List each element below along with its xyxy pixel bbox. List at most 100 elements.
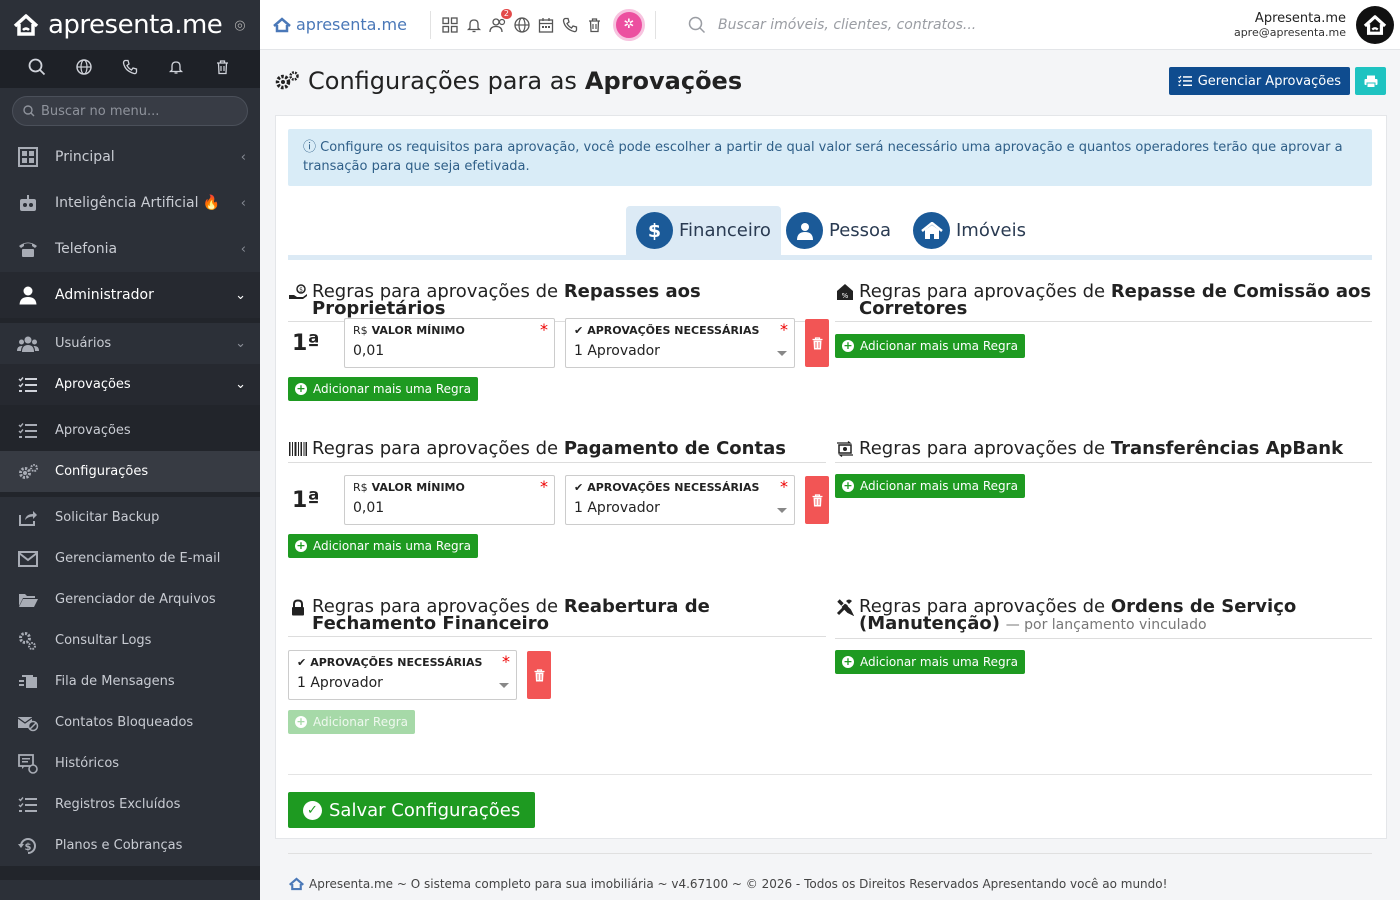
save-settings-button[interactable]: ✓ Salvar Configurações — [288, 792, 536, 828]
sidebar-item-label: Planos e Cobranças — [55, 838, 183, 853]
sidebar-brand-text: apresenta.me — [48, 10, 223, 40]
manage-approvals-button[interactable]: Gerenciar Aprovações — [1168, 67, 1350, 95]
sidebar-item-label: Históricos — [55, 756, 120, 771]
aprovacoes-select[interactable]: ✔ APROVAÇÕES NECESSÁRIAS * 1 Aprovador — [565, 318, 795, 368]
sidebar-item-administrador[interactable]: Administrador ⌄ — [0, 272, 260, 318]
folder-open-icon — [16, 588, 40, 612]
tab-imoveis[interactable]: Imóveis — [903, 206, 1036, 255]
globe-icon[interactable] — [513, 15, 531, 35]
add-rule-button-reabertura[interactable]: + Adicionar Regra — [288, 710, 416, 734]
sidebar-search: Buscar no menu... — [0, 88, 260, 134]
sidebar-item-logs[interactable]: Consultar Logs — [0, 620, 260, 661]
sidebar-item-aprovacoes[interactable]: Aprovações — [0, 410, 260, 451]
sidebar-item-label: Administrador — [55, 287, 154, 303]
cogs-icon — [16, 460, 40, 484]
settings-card: ⓘ Configure os requisitos para aprovação… — [275, 115, 1387, 839]
add-rule-button-ordens[interactable]: + Adicionar mais uma Regra — [835, 650, 1025, 674]
sidebar-item-label: Aprovações — [55, 423, 131, 438]
trash-icon[interactable] — [585, 15, 603, 35]
sidebar-item-label: Consultar Logs — [55, 633, 152, 648]
print-button[interactable] — [1355, 67, 1386, 95]
hand-holding-dollar-icon: $ — [288, 283, 308, 301]
user-info[interactable]: Apresenta.me apre@apresenta.me — [1234, 11, 1346, 39]
sidebar-item-registros-excluidos[interactable]: Registros Excluídos — [0, 784, 260, 825]
delete-rule-button[interactable] — [805, 319, 829, 367]
user-avatar[interactable]: ✲ — [613, 8, 645, 41]
required-marker: * — [780, 320, 788, 339]
phone-icon[interactable] — [561, 15, 579, 35]
topbar-logo[interactable]: apresenta.me — [260, 15, 420, 34]
sidebar-search-input[interactable]: Buscar no menu... — [12, 96, 248, 126]
sidebar-item-configuracoes[interactable]: Configurações — [0, 451, 260, 492]
global-search-input[interactable]: Buscar imóveis, clientes, contratos... — [666, 16, 1234, 34]
bell-icon[interactable] — [465, 15, 483, 35]
house-logo-icon — [273, 16, 291, 32]
rule-row-repasses-1: 1ª R$ VALOR MÍNIMO * 0,01 ✔ APROVAÇÕES NEC… — [292, 318, 829, 368]
valor-minimo-field[interactable]: R$ VALOR MÍNIMO * 0,01 — [344, 475, 555, 525]
tab-financeiro[interactable]: $ Financeiro — [626, 206, 781, 255]
sidebar-item-historicos[interactable]: Históricos — [0, 743, 260, 784]
brand-settings-icon[interactable]: ◎ — [234, 18, 245, 33]
chevron-down-icon: ⌄ — [235, 336, 246, 351]
phone-icon[interactable] — [119, 59, 141, 80]
sidebar-item-arquivos[interactable]: Gerenciador de Arquivos — [0, 579, 260, 620]
list-check-icon — [16, 793, 40, 817]
sidebar-item-label: Fila de Mensagens — [55, 674, 175, 689]
add-rule-label: Adicionar mais uma Regra — [313, 539, 471, 553]
search-icon — [688, 16, 706, 33]
calendar-icon[interactable] — [537, 15, 555, 35]
aprovacoes-label: ✔ APROVAÇÕES NECESSÁRIAS — [574, 324, 786, 337]
sidebar-item-label: Usuários — [55, 336, 112, 351]
topbar-divider — [430, 10, 431, 39]
chevron-down-icon: ⌄ — [235, 377, 246, 392]
sidebar-brand[interactable]: apresenta.me ◎ — [0, 0, 260, 50]
globe-icon[interactable] — [73, 58, 95, 80]
add-rule-button-repasses[interactable]: + Adicionar mais uma Regra — [288, 377, 478, 401]
aprovacoes-select[interactable]: ✔ APROVAÇÕES NECESSÁRIAS * 1 Aprovador — [565, 475, 795, 525]
delete-rule-button[interactable] — [805, 476, 829, 524]
check-circle-icon: ✔ — [574, 481, 584, 494]
sidebar-item-backup[interactable]: Solicitar Backup — [0, 497, 260, 538]
sidebar-item-planos[interactable]: $ Planos e Cobranças — [0, 825, 260, 866]
sidebar-item-aprovacoes-group[interactable]: Aprovações ⌄ — [0, 364, 260, 405]
list-check-icon — [1177, 75, 1192, 86]
trash-icon[interactable] — [212, 59, 234, 80]
category-tabs: $ Financeiro Pessoa Imóveis — [288, 206, 1372, 260]
user-name: Apresenta.me — [1254, 10, 1346, 26]
dollar-icon: $ — [636, 212, 673, 249]
dollar-cycle-icon: $ — [16, 834, 40, 858]
users-icon[interactable]: 2 — [489, 8, 512, 35]
bell-icon[interactable] — [165, 59, 187, 80]
sidebar-item-email[interactable]: Gerenciamento de E-mail — [0, 538, 260, 579]
sidebar-item-usuarios[interactable]: Usuários ⌄ — [0, 323, 260, 364]
aprovacoes-value: 1 Aprovador — [574, 500, 660, 516]
required-marker: * — [540, 477, 548, 496]
check-circle-icon: ✓ — [303, 800, 322, 820]
footer-text: Apresenta.me ~ O sistema completo para s… — [309, 877, 1168, 891]
sidebar-item-principal[interactable]: Principal ‹ — [0, 134, 260, 180]
sidebar-item-contatos-bloqueados[interactable]: Contatos Bloqueados — [0, 702, 260, 743]
add-rule-button-pagamento[interactable]: + Adicionar mais uma Regra — [288, 534, 478, 558]
add-rule-label: Adicionar mais uma Regra — [860, 479, 1018, 493]
sidebar-item-telefonia[interactable]: Telefonia ‹ — [0, 226, 260, 272]
user-logo-avatar[interactable] — [1356, 5, 1394, 44]
aprovacoes-select[interactable]: ✔ APROVAÇÕES NECESSÁRIAS * 1 Aprovador — [288, 650, 517, 700]
section-title: Regras para aprovações de Pagamento de C… — [288, 440, 826, 463]
delete-rule-button[interactable] — [527, 651, 551, 699]
section-repasses: $ Regras para aprovações de Repasses aos… — [288, 283, 826, 322]
add-rule-button-transferencias[interactable]: + Adicionar mais uma Regra — [835, 474, 1025, 498]
sidebar-item-ia[interactable]: Inteligência Artificial 🔥 ‹ — [0, 180, 260, 226]
search-icon[interactable] — [26, 58, 48, 81]
valor-minimo-field[interactable]: R$ VALOR MÍNIMO * 0,01 — [344, 318, 555, 368]
svg-text:$: $ — [299, 287, 303, 294]
add-rule-button-comissao[interactable]: + Adicionar mais uma Regra — [835, 334, 1025, 358]
section-title: Regras para aprovações de Reabertura de … — [288, 598, 826, 637]
money-transfer-icon — [835, 440, 855, 458]
tab-pessoa[interactable]: Pessoa — [776, 206, 901, 255]
sidebar-item-fila[interactable]: Fila de Mensagens — [0, 661, 260, 702]
add-rule-label: Adicionar Regra — [313, 715, 409, 729]
apps-grid-icon[interactable] — [441, 15, 459, 35]
section-ordens: Regras para aprovações de Ordens de Serv… — [835, 598, 1372, 639]
dropdown-caret-icon — [777, 508, 787, 513]
house-percent-icon: % — [835, 283, 855, 301]
